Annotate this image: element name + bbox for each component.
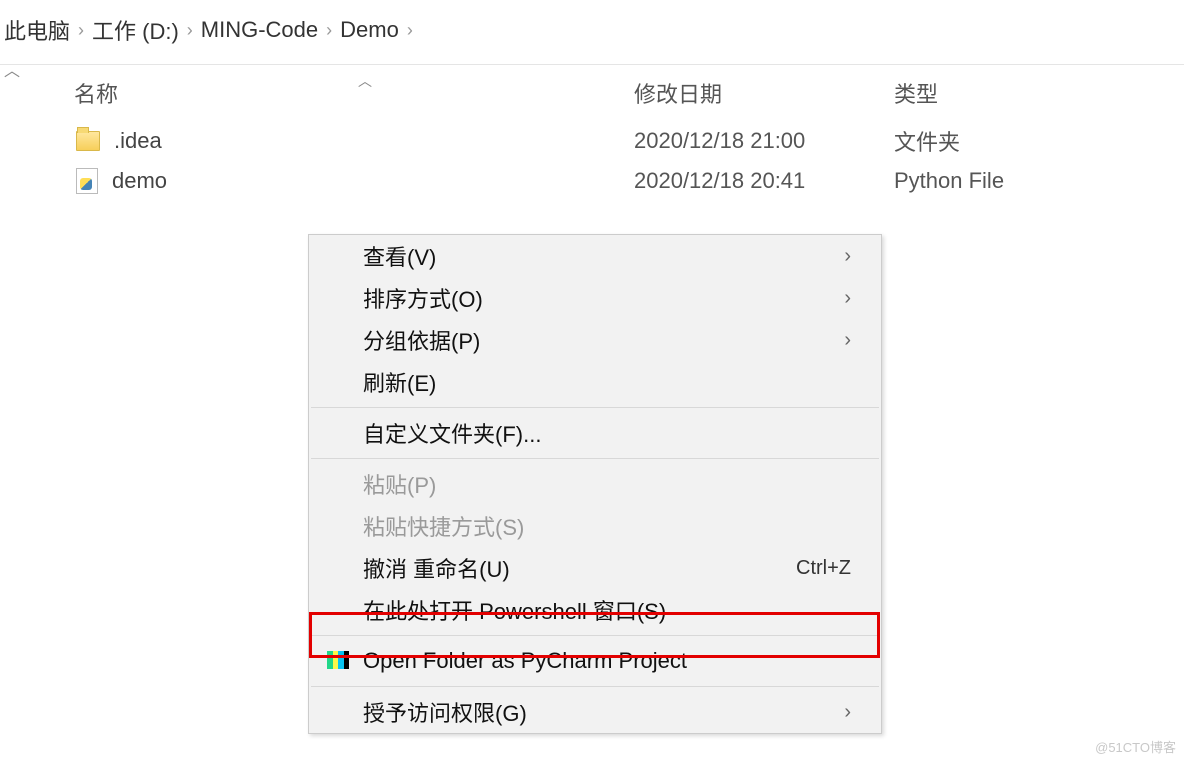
menu-label: 查看(V) [363, 240, 844, 272]
breadcrumb: 此电脑 › 工作 (D:) › MING-Code › Demo › [0, 0, 1184, 64]
file-name: demo [112, 168, 167, 194]
file-modified: 2020/12/18 20:41 [584, 168, 884, 194]
menu-item-share[interactable]: 授予访问权限(G) › [309, 691, 881, 733]
menu-separator [311, 458, 879, 459]
folder-icon [76, 131, 100, 151]
chevron-right-icon[interactable]: › [326, 20, 332, 41]
menu-shortcut: Ctrl+Z [796, 557, 851, 580]
chevron-right-icon: › [844, 329, 851, 352]
column-header-modified[interactable]: 修改日期 [584, 77, 884, 109]
file-type: 文件夹 [884, 125, 1144, 157]
menu-item-undo[interactable]: 撤消 重命名(U) Ctrl+Z [309, 547, 881, 589]
chevron-right-icon[interactable]: › [78, 20, 84, 41]
menu-label: Open Folder as PyCharm Project [363, 648, 851, 674]
breadcrumb-item[interactable]: 工作 (D:) [92, 14, 179, 46]
sort-caret-icon[interactable]: ︿ [0, 59, 24, 79]
menu-separator [311, 635, 879, 636]
column-header-name[interactable]: 名称 [24, 77, 584, 109]
menu-label: 撤消 重命名(U) [363, 552, 796, 584]
menu-item-pycharm[interactable]: Open Folder as PyCharm Project [309, 640, 881, 682]
menu-label: 粘贴(P) [363, 468, 851, 500]
menu-item-group[interactable]: 分组依据(P) › [309, 319, 881, 361]
menu-item-paste-shortcut: 粘贴快捷方式(S) [309, 505, 881, 547]
chevron-right-icon[interactable]: › [407, 20, 413, 41]
column-header-type[interactable]: 类型 [884, 77, 1144, 109]
menu-separator [311, 407, 879, 408]
menu-separator [311, 686, 879, 687]
file-row[interactable]: demo 2020/12/18 20:41 Python File [24, 161, 1184, 201]
pycharm-icon [327, 651, 351, 671]
python-file-icon [76, 168, 98, 194]
file-row[interactable]: .idea 2020/12/18 21:00 文件夹 [24, 121, 1184, 161]
menu-item-sort[interactable]: 排序方式(O) › [309, 277, 881, 319]
menu-item-paste: 粘贴(P) [309, 463, 881, 505]
menu-label: 自定义文件夹(F)... [363, 417, 851, 449]
file-type: Python File [884, 168, 1144, 194]
file-name: .idea [114, 128, 162, 154]
menu-item-customize[interactable]: 自定义文件夹(F)... [309, 412, 881, 454]
column-headers: 名称 修改日期 类型 ︿ [24, 65, 1184, 121]
file-modified: 2020/12/18 21:00 [584, 128, 884, 154]
menu-item-view[interactable]: 查看(V) › [309, 235, 881, 277]
chevron-right-icon: › [844, 701, 851, 724]
sort-caret-icon[interactable]: ︿ [358, 71, 372, 91]
breadcrumb-item[interactable]: Demo [340, 17, 399, 43]
file-list: 名称 修改日期 类型 ︿ .idea 2020/12/18 21:00 文件夹 … [24, 65, 1184, 201]
chevron-right-icon: › [844, 287, 851, 310]
breadcrumb-item[interactable]: 此电脑 [4, 14, 70, 46]
menu-label: 授予访问权限(G) [363, 696, 844, 728]
chevron-right-icon[interactable]: › [187, 20, 193, 41]
menu-label: 刷新(E) [363, 366, 851, 398]
context-menu: 查看(V) › 排序方式(O) › 分组依据(P) › 刷新(E) 自定义文件夹… [308, 234, 882, 734]
chevron-right-icon: › [844, 245, 851, 268]
menu-item-powershell[interactable]: 在此处打开 Powershell 窗口(S) [309, 589, 881, 631]
menu-label: 排序方式(O) [363, 282, 844, 314]
menu-label: 粘贴快捷方式(S) [363, 510, 851, 542]
menu-label: 在此处打开 Powershell 窗口(S) [363, 594, 851, 626]
watermark: @51CTO博客 [1095, 737, 1176, 756]
menu-label: 分组依据(P) [363, 324, 844, 356]
menu-item-refresh[interactable]: 刷新(E) [309, 361, 881, 403]
breadcrumb-item[interactable]: MING-Code [201, 17, 318, 43]
